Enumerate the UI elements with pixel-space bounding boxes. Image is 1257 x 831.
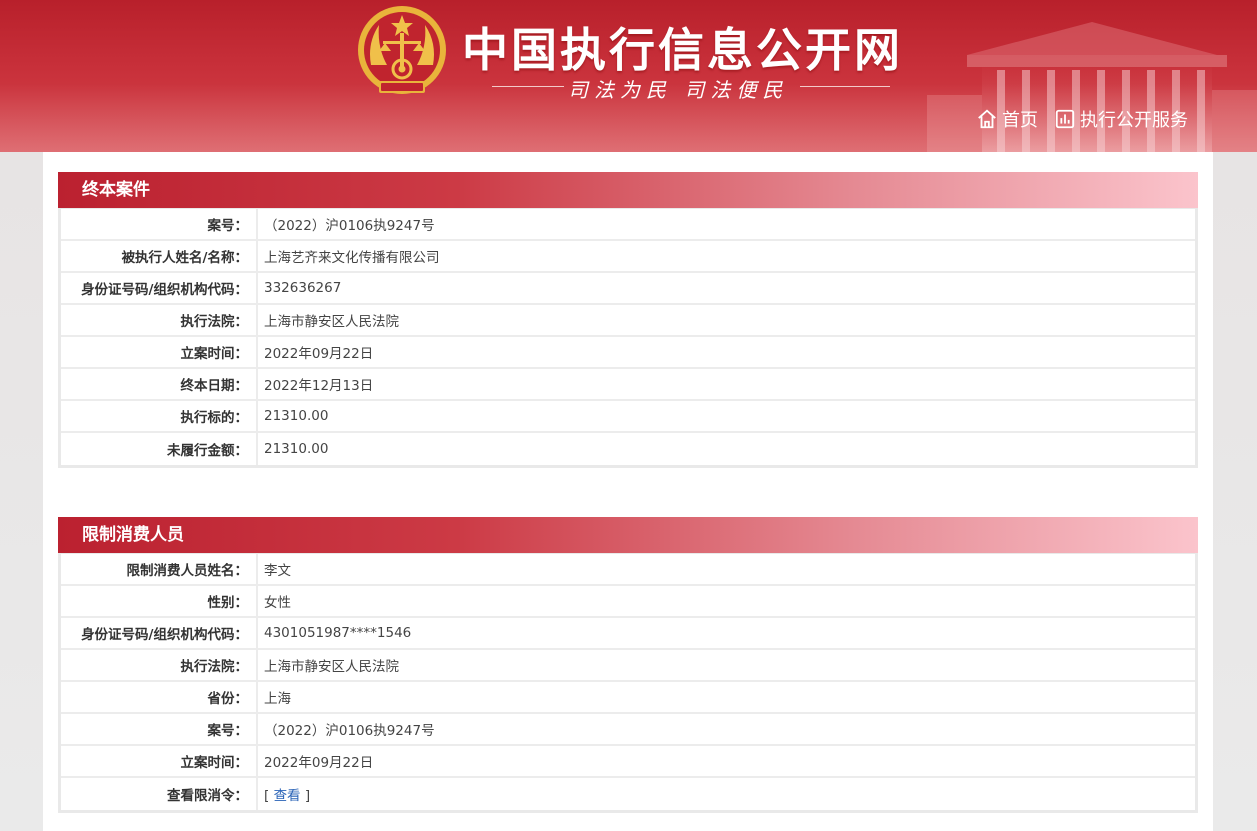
site-header: 中国执行信息公开网 司法为民 司法便民 首页 执行公开服务 — [0, 0, 1257, 152]
field-value: 2022年09月22日 — [258, 746, 1195, 778]
nav-home-label: 首页 — [1002, 110, 1038, 131]
field-value: 女性 — [258, 586, 1195, 618]
section-title: 限制消费人员 — [58, 517, 1198, 553]
field-label: 限制消费人员姓名： — [61, 554, 258, 586]
field-label: 省份： — [61, 682, 258, 714]
bracket-close: ] — [300, 788, 311, 804]
main-content: 终本案件 案号： （2022）沪0106执9247号 被执行人姓名/名称： 上海艺齐… — [43, 152, 1213, 831]
table-row: 被执行人姓名/名称： 上海艺齐来文化传播有限公司 — [61, 241, 1195, 273]
field-label: 案号： — [61, 714, 258, 746]
field-value: 21310.00 — [258, 401, 1195, 433]
table-row: 身份证号码/组织机构代码： 332636267 — [61, 273, 1195, 305]
field-label: 终本日期： — [61, 369, 258, 401]
table-row: 性别： 女性 — [61, 586, 1195, 618]
table-row: 执行法院： 上海市静安区人民法院 — [61, 650, 1195, 682]
field-value: 上海市静安区人民法院 — [258, 305, 1195, 337]
table-row: 执行标的： 21310.00 — [61, 401, 1195, 433]
table-row: 未履行金额： 21310.00 — [61, 433, 1195, 465]
bracket-open: [ — [264, 788, 274, 804]
table-row: 查看限消令： [ 查看 ] — [61, 778, 1195, 810]
chart-icon — [1055, 109, 1075, 129]
nav-service-link[interactable]: 执行公开服务 — [1054, 106, 1188, 132]
field-value: 上海 — [258, 682, 1195, 714]
field-label: 未履行金额： — [61, 433, 258, 465]
final-case-section: 终本案件 案号： （2022）沪0106执9247号 被执行人姓名/名称： 上海艺齐… — [58, 172, 1198, 468]
field-label: 性别： — [61, 586, 258, 618]
field-value: 2022年12月13日 — [258, 369, 1195, 401]
field-value: [ 查看 ] — [258, 778, 1195, 810]
consumption-restriction-section: 限制消费人员 限制消费人员姓名： 李文 性别： 女性 身份证号码/组织机构代码： 43… — [58, 517, 1198, 813]
field-value: （2022）沪0106执9247号 — [258, 714, 1195, 746]
table-row: 限制消费人员姓名： 李文 — [61, 554, 1195, 586]
field-label: 身份证号码/组织机构代码： — [61, 618, 258, 650]
slogan-divider-right — [800, 86, 890, 87]
field-label: 查看限消令： — [61, 778, 258, 810]
site-title: 中国执行信息公开网 — [462, 23, 903, 77]
slogan-divider-left — [492, 86, 564, 87]
field-label: 执行法院： — [61, 650, 258, 682]
table-row: 立案时间： 2022年09月22日 — [61, 746, 1195, 778]
final-case-table: 案号： （2022）沪0106执9247号 被执行人姓名/名称： 上海艺齐来文化传播… — [58, 208, 1198, 468]
national-emblem-icon — [358, 6, 446, 94]
field-value: 4301051987****1546 — [258, 618, 1195, 650]
field-label: 案号： — [61, 209, 258, 241]
section-title: 终本案件 — [58, 172, 1198, 208]
field-value: 上海艺齐来文化传播有限公司 — [258, 241, 1195, 273]
table-row: 案号： （2022）沪0106执9247号 — [61, 714, 1195, 746]
field-label: 立案时间： — [61, 746, 258, 778]
nav-service-label: 执行公开服务 — [1080, 110, 1188, 131]
field-value: 2022年09月22日 — [258, 337, 1195, 369]
site-slogan: 司法为民 司法便民 — [568, 78, 789, 102]
view-restriction-order-link[interactable]: 查看 — [274, 788, 301, 804]
field-label: 身份证号码/组织机构代码： — [61, 273, 258, 305]
field-value: （2022）沪0106执9247号 — [258, 209, 1195, 241]
field-value: 上海市静安区人民法院 — [258, 650, 1195, 682]
nav-home-link[interactable]: 首页 — [976, 106, 1038, 132]
table-row: 案号： （2022）沪0106执9247号 — [61, 209, 1195, 241]
field-value: 332636267 — [258, 273, 1195, 305]
field-value: 21310.00 — [264, 441, 329, 457]
field-value: 李文 — [258, 554, 1195, 586]
table-row: 身份证号码/组织机构代码： 4301051987****1546 — [61, 618, 1195, 650]
table-row: 执行法院： 上海市静安区人民法院 — [61, 305, 1195, 337]
field-label: 执行法院： — [61, 305, 258, 337]
top-nav: 首页 执行公开服务 — [976, 106, 1188, 132]
table-row: 终本日期： 2022年12月13日 — [61, 369, 1195, 401]
home-icon — [978, 109, 996, 129]
field-label: 立案时间： — [61, 337, 258, 369]
table-row: 立案时间： 2022年09月22日 — [61, 337, 1195, 369]
field-label: 被执行人姓名/名称： — [61, 241, 258, 273]
consumption-restriction-table: 限制消费人员姓名： 李文 性别： 女性 身份证号码/组织机构代码： 430105198… — [58, 553, 1198, 813]
table-row: 省份： 上海 — [61, 682, 1195, 714]
field-label: 执行标的： — [61, 401, 258, 433]
